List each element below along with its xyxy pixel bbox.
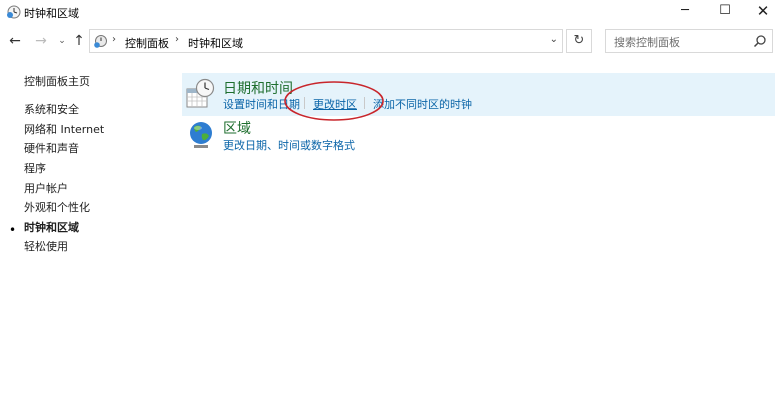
sidebar-item-hardware-sound[interactable]: 硬件和声音 (24, 140, 79, 156)
current-item-bullet: • (9, 223, 17, 237)
control-panel-icon (94, 35, 107, 48)
title-bar: 时钟和区域 ─ ☐ ✕ (0, 0, 783, 24)
breadcrumb-clock-region[interactable]: 时钟和区域 (188, 35, 243, 51)
control-panel-clock-icon (7, 5, 21, 19)
back-button[interactable]: ← (6, 31, 24, 51)
breadcrumb-separator[interactable]: › (175, 34, 179, 45)
sidebar-item-appearance[interactable]: 外观和个性化 (24, 199, 90, 215)
sidebar-item-user-accounts[interactable]: 用户帐户 (24, 180, 68, 196)
sidebar-item-ease-of-access[interactable]: 轻松使用 (24, 238, 68, 254)
refresh-button[interactable]: ↻ (566, 29, 592, 53)
category-title-region[interactable]: 区域 (223, 118, 251, 138)
sidebar-item-programs[interactable]: 程序 (24, 160, 46, 176)
close-button[interactable]: ✕ (743, 0, 783, 24)
maximize-button[interactable]: ☐ (705, 0, 745, 24)
sidebar-item-control-panel-home[interactable]: 控制面板主页 (24, 73, 90, 89)
search-icon[interactable] (753, 34, 767, 48)
clock-calendar-icon[interactable] (185, 78, 217, 110)
link-change-formats[interactable]: 更改日期、时间或数字格式 (223, 137, 355, 153)
breadcrumb-control-panel[interactable]: 控制面板 (125, 35, 169, 51)
search-box[interactable] (605, 29, 773, 53)
breadcrumb-separator[interactable]: › (112, 34, 116, 45)
globe-icon[interactable] (185, 118, 217, 150)
recent-locations-button[interactable]: ⌄ (56, 31, 68, 51)
link-add-clocks[interactable]: 添加不同时区的时钟 (373, 96, 472, 112)
window-title: 时钟和区域 (24, 7, 79, 20)
sidebar-item-clock-region[interactable]: 时钟和区域 (24, 219, 79, 235)
address-bar[interactable]: › 控制面板 › 时钟和区域 ⌄ (89, 29, 563, 53)
sidebar-item-system-security[interactable]: 系统和安全 (24, 101, 79, 117)
red-annotation-circle (284, 81, 384, 121)
up-button[interactable]: ↑ (70, 31, 88, 51)
minimize-button[interactable]: ─ (665, 0, 705, 24)
chevron-down-icon[interactable]: ⌄ (550, 34, 558, 45)
forward-button[interactable]: → (32, 31, 50, 51)
sidebar-item-network-internet[interactable]: 网络和 Internet (24, 121, 104, 137)
search-input[interactable] (612, 33, 756, 51)
